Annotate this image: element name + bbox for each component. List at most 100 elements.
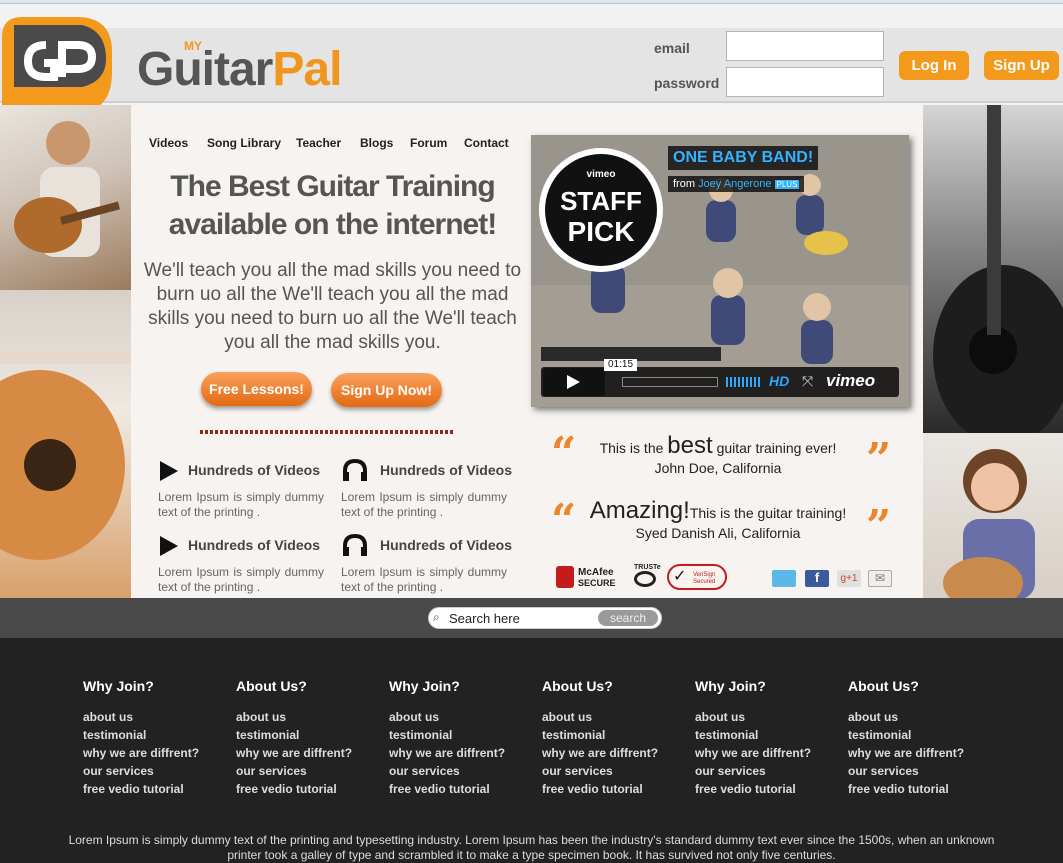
close-quote-icon: ” [866, 501, 892, 552]
footer-column: About Us? about us testimonial why we ar… [542, 678, 692, 798]
password-label: password [654, 75, 720, 91]
footer-link[interactable]: free vedio tutorial [83, 780, 233, 798]
fullscreen-icon[interactable]: ⤧ [802, 373, 813, 390]
checkmark-icon: ✓ [673, 568, 687, 585]
footer-link[interactable]: our services [236, 762, 386, 780]
testimonial-1-pre: This is the [599, 440, 664, 456]
testimonial-1-big: best [667, 432, 713, 459]
search-button[interactable]: search [598, 610, 658, 626]
footer-link[interactable]: testimonial [389, 726, 539, 744]
footer-column: Why Join? about us testimonial why we ar… [83, 678, 233, 798]
footer-link[interactable]: why we are diffrent? [83, 744, 233, 762]
mcafee-badge[interactable]: McAfee SECURE [578, 567, 616, 588]
photo-guitarist-dark [923, 105, 1063, 433]
email-icon[interactable]: ✉ [868, 570, 892, 587]
twitter-icon[interactable] [772, 570, 796, 587]
video-title[interactable]: ONE BABY BAND! [668, 146, 819, 170]
footer-column: Why Join? about us testimonial why we ar… [389, 678, 539, 798]
signup-button[interactable]: Sign Up [984, 51, 1059, 80]
open-quote-icon: “ [551, 428, 577, 479]
footer-link[interactable]: our services [542, 762, 692, 780]
video-byline: from Joey Angerone PLUS [668, 176, 805, 192]
verisign-badge[interactable]: ✓ VeriSign Secured [667, 564, 727, 590]
logo-guitar: Guitar [137, 43, 273, 96]
free-lessons-button[interactable]: Free Lessons! [201, 372, 312, 406]
close-quote-icon: ” [866, 434, 892, 485]
testimonial-2-post: This is the guitar training! [689, 505, 847, 521]
footer-link[interactable]: testimonial [83, 726, 233, 744]
nav-contact[interactable]: Contact [464, 136, 509, 150]
footer-link[interactable]: free vedio tutorial [848, 780, 998, 798]
facebook-icon[interactable]: f [805, 570, 829, 587]
truste-badge[interactable]: TRUSTe [634, 564, 661, 587]
browser-top-line [0, 0, 1063, 4]
footer-link[interactable]: free vedio tutorial [695, 780, 845, 798]
search-icon: ⌕ [433, 610, 440, 624]
dotted-divider [200, 430, 453, 434]
verisign-label: VeriSign Secured [693, 572, 716, 585]
headphones-icon [343, 459, 367, 481]
feature-title: Hundreds of Videos [188, 462, 320, 478]
hero-title-line1: The Best Guitar Training [170, 170, 495, 203]
feature-text: Lorem Ipsum is simply dummy text of the … [341, 565, 507, 594]
hd-toggle[interactable]: HD [769, 373, 789, 389]
nav-forum[interactable]: Forum [410, 136, 447, 150]
footer-link[interactable]: our services [389, 762, 539, 780]
testimonial-1: This is the best guitar training ever! J… [583, 432, 853, 476]
footer-link[interactable]: free vedio tutorial [236, 780, 386, 798]
search-box: ⌕ Search here search [428, 607, 662, 629]
footer-column-title: About Us? [542, 678, 613, 694]
login-button[interactable]: Log In [899, 51, 969, 80]
footer-link[interactable]: free vedio tutorial [542, 780, 692, 798]
footer-link[interactable]: our services [695, 762, 845, 780]
mcafee-name: McAfee [578, 567, 614, 578]
feature-title: Hundreds of Videos [188, 537, 320, 553]
password-field[interactable] [726, 67, 884, 97]
footer-link[interactable]: our services [848, 762, 998, 780]
footer-column-title: About Us? [236, 678, 307, 694]
truste-seal-icon [634, 571, 656, 587]
hero-title-line2: available on the internet! [168, 208, 497, 241]
nav-blogs[interactable]: Blogs [360, 136, 393, 150]
truste-name: TRUSTe [634, 564, 661, 571]
footer-link[interactable]: testimonial [695, 726, 845, 744]
signup-now-button[interactable]: Sign Up Now! [331, 373, 442, 407]
feature-title: Hundreds of Videos [380, 462, 512, 478]
footer-link[interactable]: testimonial [236, 726, 386, 744]
footer-column: Why Join? about us testimonial why we ar… [695, 678, 845, 798]
footer-link[interactable]: why we are diffrent? [542, 744, 692, 762]
footer-link[interactable]: about us [542, 708, 692, 726]
footer-link[interactable]: our services [83, 762, 233, 780]
nav-teacher[interactable]: Teacher [296, 136, 341, 150]
footer-link[interactable]: testimonial [848, 726, 998, 744]
footer-link[interactable]: about us [236, 708, 386, 726]
footer-link[interactable]: free vedio tutorial [389, 780, 539, 798]
nav-song-library[interactable]: Song Library [207, 136, 281, 150]
logo-badge[interactable] [2, 17, 112, 114]
footer-link[interactable]: why we are diffrent? [236, 744, 386, 762]
google-plus-icon[interactable]: g+1 [837, 570, 861, 587]
footer-link[interactable]: about us [389, 708, 539, 726]
headphones-icon [343, 534, 367, 556]
video-author[interactable]: Joey Angerone [698, 178, 771, 190]
volume-icon[interactable] [726, 377, 760, 387]
footer-link[interactable]: why we are diffrent? [848, 744, 998, 762]
testimonial-2-big: Amazing! [589, 497, 690, 524]
email-field[interactable] [726, 31, 884, 61]
footer-link[interactable]: about us [695, 708, 845, 726]
footer-link[interactable]: why we are diffrent? [695, 744, 845, 762]
staff-pick-vimeo: vimeo [587, 169, 616, 180]
footer-column-title: Why Join? [83, 678, 154, 694]
footer-link[interactable]: testimonial [542, 726, 692, 744]
video-progress-bar[interactable] [622, 377, 718, 387]
vimeo-logo[interactable]: vimeo [826, 371, 875, 391]
footer-link[interactable]: why we are diffrent? [389, 744, 539, 762]
site-logo[interactable]: GuitarPal [137, 42, 342, 97]
footer-link[interactable]: about us [83, 708, 233, 726]
testimonial-1-author: John Doe, California [654, 460, 782, 476]
logo-pal: Pal [272, 43, 342, 96]
search-input[interactable]: Search here [449, 611, 520, 626]
play-button[interactable] [543, 368, 605, 396]
nav-videos[interactable]: Videos [149, 136, 188, 150]
footer-link[interactable]: about us [848, 708, 998, 726]
